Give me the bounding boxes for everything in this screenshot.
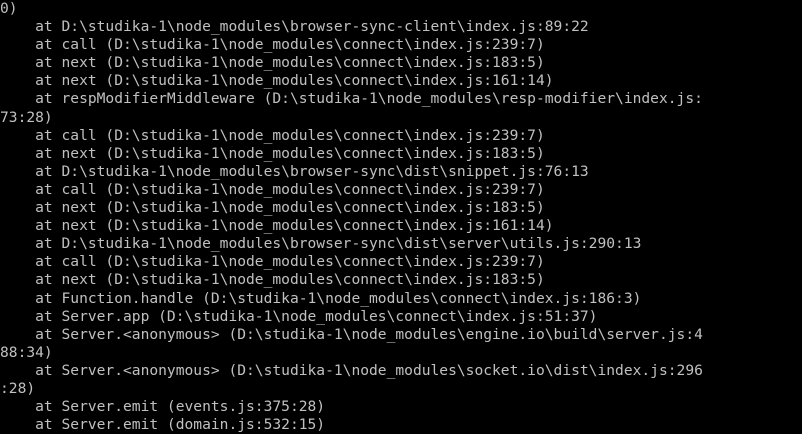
console-line: at Function.handle (D:\studika-1\node_mo… — [0, 289, 642, 307]
console-line: at Server.app (D:\studika-1\node_modules… — [0, 307, 598, 325]
console-output[interactable]: 0) at D:\studika-1\node_modules\browser-… — [0, 0, 802, 434]
console-line: at Server.<anonymous> (D:\studika-1\node… — [0, 361, 703, 379]
console-line: 73:28) — [0, 108, 53, 126]
console-line: at Server.<anonymous> (D:\studika-1\node… — [0, 325, 703, 343]
console-line: 88:34) — [0, 343, 53, 361]
console-line: at call (D:\studika-1\node_modules\conne… — [0, 36, 545, 54]
console-line: at next (D:\studika-1\node_modules\conne… — [0, 72, 554, 90]
console-line: :28) — [0, 379, 36, 397]
console-line: at respModifierMiddleware (D:\studika-1\… — [0, 90, 703, 108]
console-line: at next (D:\studika-1\node_modules\conne… — [0, 271, 545, 289]
console-line: at D:\studika-1\node_modules\browser-syn… — [0, 162, 589, 180]
console-line: at call (D:\studika-1\node_modules\conne… — [0, 180, 545, 198]
console-line: at next (D:\studika-1\node_modules\conne… — [0, 217, 554, 235]
console-line: at next (D:\studika-1\node_modules\conne… — [0, 144, 545, 162]
console-line: at next (D:\studika-1\node_modules\conne… — [0, 54, 545, 72]
console-line: at D:\studika-1\node_modules\browser-syn… — [0, 235, 642, 253]
console-line: at Server.emit (domain.js:532:15) — [0, 416, 326, 434]
console-line: at next (D:\studika-1\node_modules\conne… — [0, 199, 545, 217]
console-line: 0) — [0, 0, 18, 17]
console-line: at Server.emit (events.js:375:28) — [0, 398, 326, 416]
console-line: at D:\studika-1\node_modules\browser-syn… — [0, 18, 589, 36]
console-line: at call (D:\studika-1\node_modules\conne… — [0, 126, 545, 144]
console-line: at call (D:\studika-1\node_modules\conne… — [0, 253, 545, 271]
console-lines: 0) at D:\studika-1\node_modules\browser-… — [0, 0, 802, 434]
